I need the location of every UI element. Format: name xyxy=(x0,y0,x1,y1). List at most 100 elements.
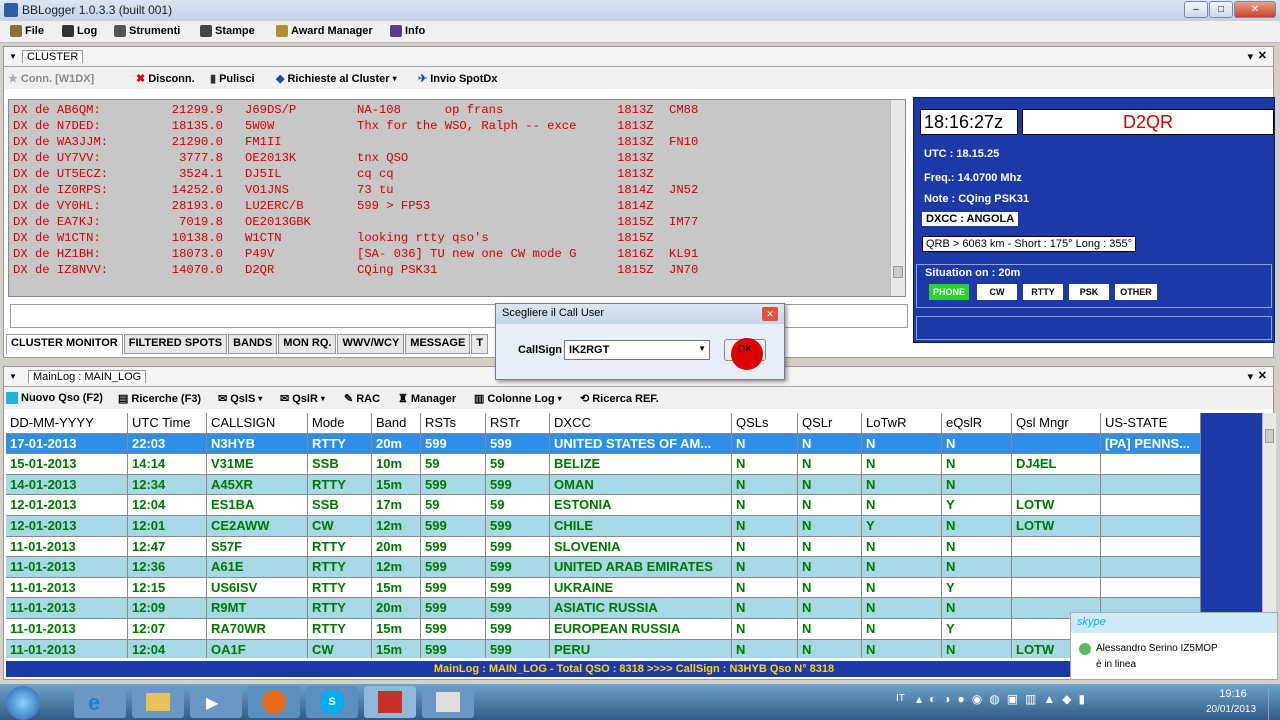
table-row[interactable]: 11-01-2013 12:07 RA70WR RTTY 15m 599 599 EUROPE… xyxy=(6,619,1201,640)
cluster-spot-field: 5W0W xyxy=(245,119,275,133)
start-button[interactable] xyxy=(6,686,40,720)
tab-mon-rq[interactable]: MON RQ. xyxy=(278,334,337,354)
cluster-spot-line[interactable]: DX de IZ0RPS: 14252.0 VO1JNS 73 tu 1814Z JN52 xyxy=(13,182,901,198)
tab-filtered-spots[interactable]: FILTERED SPOTS xyxy=(123,334,228,354)
mode-psk-button[interactable]: PSK xyxy=(1069,284,1109,300)
cluster-spot-line[interactable]: DX de WA3JJM: 21290.0 FM1II 1813Z FN10 xyxy=(13,134,901,150)
cluster-spot-line[interactable]: DX de HZ1BH: 18073.0 P49V [SA- 036] TU new … xyxy=(13,246,901,262)
ie-taskbar-button[interactable]: e xyxy=(74,686,126,718)
ok-button[interactable]: OK xyxy=(724,338,766,370)
cluster-spot-line[interactable]: DX de UY7VV: 3777.8 OE2013K tnx QSO 1813Z xyxy=(13,150,901,166)
mode-phone-button[interactable]: PHONE xyxy=(929,284,969,300)
menu-award-manager[interactable]: Award Manager xyxy=(276,25,373,37)
rac-button[interactable]: ✎ RAC xyxy=(344,392,380,406)
cluster-spot-line[interactable]: DX de UT5ECZ: 3524.1 DJ5IL cq cq 1813Z xyxy=(13,166,901,182)
cluster-spot-line[interactable]: DX de VY0HL: 28193.0 LU2ERC/B 599 > FP53 181… xyxy=(13,198,901,214)
menu-file[interactable]: File xyxy=(10,25,44,37)
column-header[interactable]: Qsl Mngr xyxy=(1012,413,1101,434)
new-qso-button[interactable]: Nuovo Qso (F2) xyxy=(6,392,103,404)
cluster-spot-line[interactable]: DX de AB6QM: 21299.9 J69DS/P NA-108 op fran… xyxy=(13,102,901,118)
tab-wwv-wcy[interactable]: WWV/WCY xyxy=(337,334,405,354)
qslr-button[interactable]: ✉ QslR ▾ xyxy=(280,392,325,406)
cluster-spot-line[interactable]: DX de IZ8NVV: 14070.0 D2QR CQing PSK31 1815Z… xyxy=(13,262,901,278)
mode-cw-button[interactable]: CW xyxy=(977,284,1017,300)
column-header[interactable]: Mode xyxy=(308,413,372,434)
collapse-icon[interactable]: ▼ xyxy=(9,52,17,61)
panel-close-icon[interactable]: ✕ xyxy=(1258,369,1267,382)
tab-bands[interactable]: BANDS xyxy=(228,334,278,354)
table-row[interactable]: 12-01-2013 12:01 CE2AWW CW 12m 599 599 CHILE N N Y… xyxy=(6,516,1201,537)
language-indicator[interactable]: IT xyxy=(896,693,905,704)
ref-search-button[interactable]: ⟲ Ricerca REF. xyxy=(580,392,659,406)
disconnect-button[interactable]: ✖ Disconn. xyxy=(136,72,195,86)
cluster-spot-line[interactable]: DX de W1CTN: 10138.0 W1CTN looking rtty qso… xyxy=(13,230,901,246)
menu-strumenti[interactable]: Strumenti xyxy=(114,25,180,37)
bblogger-taskbar-button[interactable] xyxy=(364,686,416,718)
cluster-spot-field: 1816Z xyxy=(617,247,654,261)
menu-stampe[interactable]: Stampe xyxy=(200,25,255,37)
column-header[interactable]: DD-MM-YYYY xyxy=(6,413,128,434)
column-header[interactable]: RSTs xyxy=(421,413,486,434)
cluster-tab[interactable]: CLUSTER xyxy=(22,50,84,63)
table-row[interactable]: 11-01-2013 12:47 S57F RTTY 20m 599 599 SLOVENIA… xyxy=(6,536,1201,558)
cluster-spot-line[interactable]: DX de EA7KJ: 7019.8 OE2013GBK 1815Z IM77 xyxy=(13,214,901,230)
column-header[interactable]: CALLSIGN xyxy=(207,413,308,434)
dialog-close-icon[interactable]: ✕ xyxy=(762,307,778,321)
column-header[interactable]: QSLr xyxy=(798,413,862,434)
minimize-button[interactable]: – xyxy=(1184,1,1208,18)
search-button[interactable]: ▤ Ricerche (F3) xyxy=(118,392,201,406)
column-header[interactable]: US-STATE xyxy=(1101,413,1201,434)
table-row[interactable]: 17-01-2013 22:03 N3HYB RTTY 20m 599 599 UNITED … xyxy=(6,433,1201,455)
table-row[interactable]: 11-01-2013 12:04 OA1F CW 15m 599 599 PERU N N N N LO… xyxy=(6,639,1201,658)
cluster-spot-line[interactable]: DX de N7DED: 18135.0 5W0W Thx for the WSO, … xyxy=(13,118,901,134)
table-row[interactable]: 14-01-2013 12:34 A45XR RTTY 15m 599 599 OMAN N N N… xyxy=(6,474,1201,496)
send-spot-button[interactable]: ✈ Invio SpotDx xyxy=(418,72,497,86)
manager-button[interactable]: ♜ Manager xyxy=(398,392,456,406)
explorer-taskbar-button[interactable] xyxy=(132,686,184,718)
cluster-spot-list[interactable]: DX de AB6QM: 21299.9 J69DS/P NA-108 op fran… xyxy=(8,99,906,297)
dropdown-icon[interactable]: ▾ xyxy=(1247,370,1253,383)
show-desktop-button[interactable] xyxy=(1268,684,1280,720)
close-button[interactable]: ✕ xyxy=(1234,1,1276,18)
cluster-scrollbar[interactable] xyxy=(890,100,905,296)
menu-info[interactable]: Info xyxy=(390,25,425,37)
clean-button[interactable]: ▮ Pulisci xyxy=(210,72,255,86)
window-taskbar-button[interactable] xyxy=(422,686,474,718)
mainlog-tab[interactable]: MainLog : MAIN_LOG xyxy=(28,370,147,383)
column-header[interactable]: DXCC xyxy=(550,413,732,434)
mode-other-button[interactable]: OTHER xyxy=(1115,284,1157,300)
table-row[interactable]: 11-01-2013 12:09 R9MT RTTY 20m 599 599 ASIATIC … xyxy=(6,598,1201,619)
menu-log[interactable]: Log xyxy=(62,25,97,37)
table-cell: N xyxy=(732,577,798,599)
tray-clock[interactable]: 19:16 xyxy=(1210,688,1256,700)
firefox-taskbar-button[interactable] xyxy=(248,686,300,718)
tab-cluster-monitor[interactable]: CLUSTER MONITOR xyxy=(6,334,123,354)
column-header[interactable]: Band xyxy=(372,413,421,434)
table-row[interactable]: 15-01-2013 14:14 V31ME SSB 10m 59 59 BELIZE N N N N… xyxy=(6,454,1201,475)
table-row[interactable]: 12-01-2013 12:04 ES1BA SSB 17m 59 59 ESTONIA N N N… xyxy=(6,495,1201,516)
tab-t[interactable]: T xyxy=(471,334,489,354)
column-header[interactable]: QSLs xyxy=(732,413,798,434)
cluster-requests-button[interactable]: ◆ Richieste al Cluster ▾ xyxy=(276,72,397,86)
qsls-button[interactable]: ✉ QslS ▾ xyxy=(218,392,262,406)
log-columns-button[interactable]: ▥ Colonne Log ▾ xyxy=(474,392,562,406)
mode-rtty-button[interactable]: RTTY xyxy=(1023,284,1063,300)
column-header[interactable]: LoTwR xyxy=(862,413,942,434)
panel-close-icon[interactable]: ✕ xyxy=(1258,49,1267,62)
cluster-spot-field: DX de N7DED: xyxy=(13,119,101,133)
media-taskbar-button[interactable]: ▶ xyxy=(190,686,242,718)
tray-icons[interactable]: ▴◐◑●◉◍▣▥▲◆▮ xyxy=(916,692,1166,710)
skype-notification[interactable]: skype Alessandro Serino IZ5MOP è in line… xyxy=(1070,612,1278,680)
maximize-button[interactable]: □ xyxy=(1209,1,1233,18)
callsign-select[interactable]: IK2RGT ▼ xyxy=(564,340,710,360)
collapse-icon[interactable]: ▼ xyxy=(9,372,17,381)
table-row[interactable]: 11-01-2013 12:15 US6ISV RTTY 15m 599 599 UKRAIN… xyxy=(6,577,1201,599)
connect-button[interactable]: ★ Conn. [W1DX] xyxy=(8,72,94,86)
tab-message[interactable]: MESSAGE xyxy=(405,334,471,354)
column-header[interactable]: UTC Time xyxy=(128,413,207,434)
table-row[interactable]: 11-01-2013 12:36 A61E RTTY 12m 599 599 UNITED A… xyxy=(6,557,1201,578)
dropdown-icon[interactable]: ▾ xyxy=(1247,50,1253,63)
skype-taskbar-button[interactable]: S xyxy=(306,686,358,718)
column-header[interactable]: RSTr xyxy=(486,413,550,434)
column-header[interactable]: eQslR xyxy=(942,413,1012,434)
